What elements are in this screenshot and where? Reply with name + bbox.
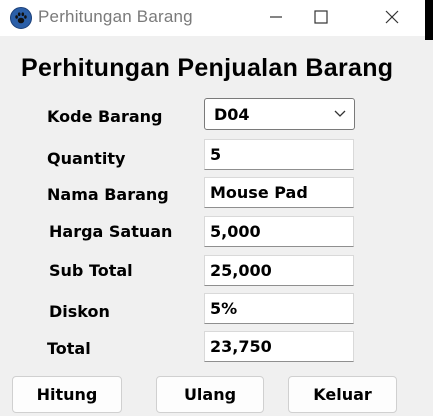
harga-satuan-label: Harga Satuan <box>49 222 173 241</box>
close-icon <box>385 10 399 24</box>
maximize-button[interactable] <box>298 0 344 32</box>
minimize-icon <box>270 16 282 18</box>
nama-barang-input[interactable]: Mouse Pad <box>204 177 354 208</box>
diskon-input[interactable]: 5% <box>204 293 354 324</box>
total-label: Total <box>47 339 91 358</box>
minimize-button[interactable] <box>253 0 299 32</box>
window-title: Perhitungan Barang <box>38 7 193 26</box>
app-window: Perhitungan Barang Perhitungan Penjualan… <box>0 0 433 416</box>
chevron-down-icon[interactable] <box>334 109 346 119</box>
nama-barang-label: Nama Barang <box>47 185 169 204</box>
ulang-button[interactable]: Ulang <box>156 376 264 413</box>
sub-total-input[interactable]: 25,000 <box>204 255 354 286</box>
kode-barang-select[interactable]: D04 <box>204 98 355 130</box>
maximize-icon <box>314 10 328 24</box>
sub-total-label: Sub Total <box>49 261 133 280</box>
diskon-label: Diskon <box>49 302 110 321</box>
quantity-input[interactable]: 5 <box>204 139 354 170</box>
quantity-label: Quantity <box>47 149 126 168</box>
close-button[interactable] <box>369 0 415 32</box>
title-bar[interactable]: Perhitungan Barang <box>0 0 433 36</box>
window-edge <box>425 0 433 40</box>
form-heading: Perhitungan Penjualan Barang <box>21 54 394 82</box>
harga-satuan-input[interactable]: 5,000 <box>204 216 354 247</box>
hitung-button[interactable]: Hitung <box>12 376 122 413</box>
paw-icon[interactable] <box>10 7 32 29</box>
kode-barang-label: Kode Barang <box>47 107 163 126</box>
total-input[interactable]: 23,750 <box>204 331 354 362</box>
keluar-button[interactable]: Keluar <box>288 376 397 413</box>
kode-barang-value: D04 <box>214 105 250 124</box>
